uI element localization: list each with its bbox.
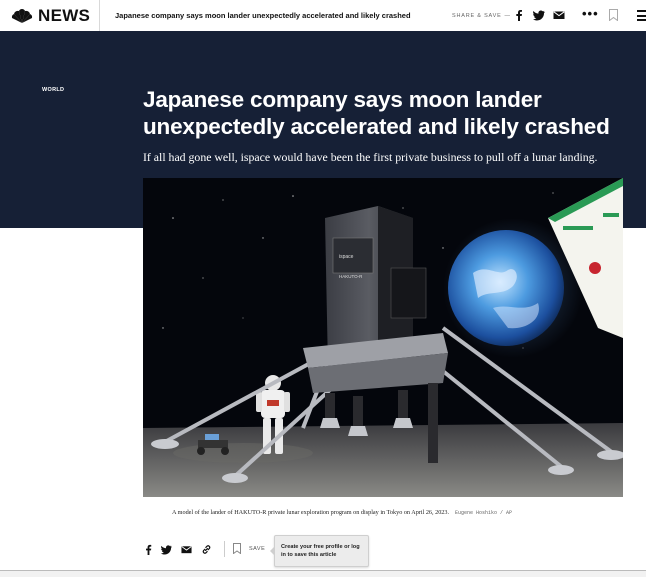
share-and-save-text: SHARE & SAVE bbox=[452, 13, 502, 19]
photo-credit: Eugene Hoshiko / AP bbox=[455, 510, 513, 516]
twitter-icon[interactable] bbox=[161, 544, 172, 555]
save-button[interactable]: SAVE bbox=[249, 546, 265, 552]
more-icon[interactable]: ••• bbox=[582, 6, 599, 21]
lead-photo: ispace HAKUTO-R bbox=[143, 178, 623, 497]
facebook-icon[interactable] bbox=[143, 544, 154, 555]
email-icon[interactable] bbox=[181, 544, 192, 555]
lander-model-photo: ispace HAKUTO-R bbox=[143, 178, 623, 497]
twitter-icon[interactable] bbox=[533, 9, 545, 21]
email-icon[interactable] bbox=[553, 9, 565, 21]
facebook-icon[interactable] bbox=[513, 9, 525, 21]
share-and-save-label[interactable]: SHARE & SAVE — bbox=[452, 13, 511, 19]
logo-wordmark: NEWS bbox=[38, 6, 91, 25]
article-title: Japanese company says moon lander unexpe… bbox=[143, 87, 610, 139]
menu-icon[interactable] bbox=[637, 10, 646, 22]
tooltip-text: Create your free profile or log in to sa… bbox=[281, 544, 360, 558]
nbc-peacock-icon bbox=[11, 9, 33, 23]
share-separator bbox=[224, 541, 225, 557]
photo-caption: A model of the lander of HAKUTO-R privat… bbox=[172, 509, 512, 516]
logo-divider bbox=[99, 0, 100, 31]
section-label[interactable]: WORLD bbox=[42, 87, 64, 93]
bookmark-icon[interactable] bbox=[233, 543, 241, 554]
tooltip-arrow bbox=[270, 546, 275, 556]
article-dek: If all had gone well, ispace would have … bbox=[143, 150, 598, 164]
svg-text:ispace: ispace bbox=[339, 254, 354, 260]
share-chevron-icon: — bbox=[504, 13, 511, 19]
top-bar: NEWS Japanese company says moon lander u… bbox=[0, 0, 646, 32]
save-tooltip: Create your free profile or log in to sa… bbox=[270, 535, 369, 567]
caption-text: A model of the lander of HAKUTO-R privat… bbox=[172, 509, 450, 516]
bookmark-icon[interactable] bbox=[609, 9, 618, 21]
svg-text:HAKUTO-R: HAKUTO-R bbox=[339, 274, 363, 279]
nbc-news-logo[interactable]: NEWS bbox=[10, 6, 90, 26]
sticky-headline: Japanese company says moon lander unexpe… bbox=[115, 11, 411, 20]
link-icon[interactable] bbox=[201, 544, 212, 555]
